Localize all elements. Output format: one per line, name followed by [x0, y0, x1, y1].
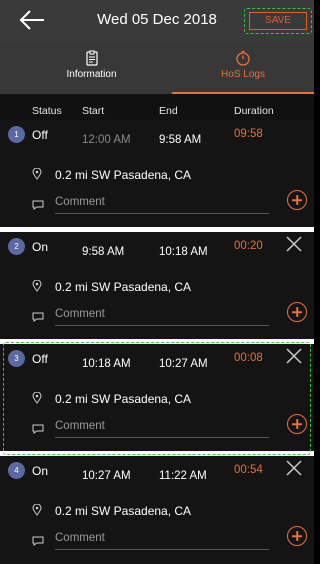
comment-icon — [32, 536, 44, 546]
row-duration: 00:54 — [234, 464, 263, 476]
row-duration: 00:20 — [234, 240, 263, 252]
tab-hos-logs[interactable]: HoS Logs — [172, 42, 314, 94]
log-row: 3 Off 10:18 AM 10:27 AM 00:08 0.2 mi SW … — [0, 344, 314, 456]
add-entry-button[interactable] — [287, 526, 307, 546]
row-status[interactable]: Off — [32, 352, 48, 366]
header-duration: Duration — [234, 105, 274, 117]
column-headers: Status Start End Duration — [0, 94, 314, 120]
add-entry-button[interactable] — [287, 190, 307, 210]
comment-input[interactable]: Comment — [55, 308, 269, 326]
clipboard-icon — [85, 50, 98, 66]
tab-information-label: Information — [66, 69, 117, 80]
header-status: Status — [32, 105, 62, 117]
header-end: End — [159, 105, 178, 117]
save-button-highlight: SAVE — [244, 8, 312, 34]
row-duration: 00:08 — [234, 352, 263, 364]
header-start: Start — [82, 105, 105, 117]
add-entry-button[interactable] — [287, 302, 307, 322]
location-pin-icon — [32, 280, 42, 292]
row-end-time[interactable]: 9:58 AM — [159, 134, 201, 146]
row-end-time[interactable]: 10:18 AM — [159, 246, 208, 258]
comment-input[interactable]: Comment — [55, 196, 269, 214]
save-button[interactable]: SAVE — [249, 12, 307, 30]
log-list: 1 Off 12:00 AM 9:58 AM 09:58 0.2 mi SW P… — [0, 120, 314, 564]
page-title: Wed 05 Dec 2018 — [97, 11, 217, 28]
comment-input[interactable]: Comment — [55, 420, 269, 438]
tab-information[interactable]: Information — [13, 42, 170, 94]
row-start-time: 9:58 AM — [82, 246, 125, 258]
comment-icon — [32, 200, 44, 210]
comment-input[interactable]: Comment — [55, 532, 269, 550]
row-start-time: 12:00 AM — [82, 134, 131, 146]
row-location: 0.2 mi SW Pasadena, CA — [55, 392, 192, 406]
row-duration: 09:58 — [234, 128, 263, 140]
delete-row-icon[interactable] — [286, 460, 302, 476]
row-location: 0.2 mi SW Pasadena, CA — [55, 280, 192, 294]
add-entry-button[interactable] — [287, 414, 307, 434]
row-start-time: 10:18 AM — [82, 358, 131, 370]
location-pin-icon — [32, 168, 42, 180]
comment-icon — [32, 424, 44, 434]
comment-icon — [32, 312, 44, 322]
row-index-badge: 4 — [8, 462, 25, 479]
timer-icon — [236, 50, 250, 66]
log-row: 2 On 9:58 AM 10:18 AM 00:20 0.2 mi SW Pa… — [0, 232, 314, 344]
location-pin-icon — [32, 504, 42, 516]
row-end-time[interactable]: 10:27 AM — [159, 358, 208, 370]
tab-bar: Information HoS Logs — [0, 42, 314, 94]
location-pin-icon — [32, 392, 42, 404]
top-bar: Wed 05 Dec 2018 SAVE — [0, 0, 314, 42]
tab-hos-logs-label: HoS Logs — [221, 69, 265, 80]
row-status[interactable]: Off — [32, 128, 48, 142]
row-location: 0.2 mi SW Pasadena, CA — [55, 504, 192, 518]
row-index-badge: 3 — [8, 350, 25, 367]
row-status[interactable]: On — [32, 240, 48, 254]
log-row: 4 On 10:27 AM 11:22 AM 00:54 0.2 mi SW P… — [0, 456, 314, 564]
row-status[interactable]: On — [32, 464, 48, 478]
log-row: 1 Off 12:00 AM 9:58 AM 09:58 0.2 mi SW P… — [0, 120, 314, 232]
row-location: 0.2 mi SW Pasadena, CA — [55, 168, 192, 182]
delete-row-icon[interactable] — [286, 236, 302, 252]
row-start-time: 10:27 AM — [82, 470, 131, 482]
row-index-badge: 2 — [8, 238, 25, 255]
row-end-time[interactable]: 11:22 AM — [159, 470, 207, 482]
delete-row-icon[interactable] — [286, 348, 302, 364]
back-arrow-icon[interactable] — [18, 9, 48, 31]
row-index-badge: 1 — [8, 126, 25, 143]
